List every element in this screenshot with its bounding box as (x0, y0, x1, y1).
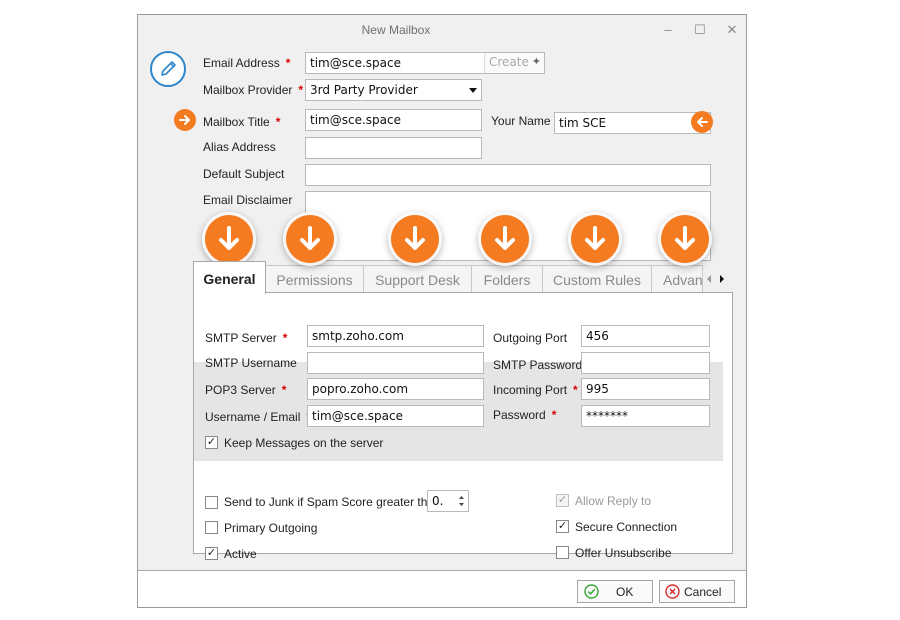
edit-pencil-icon (150, 51, 186, 87)
arrow-down-icon (661, 215, 709, 263)
minimize-button[interactable]: – (656, 21, 680, 39)
cancel-button[interactable]: Cancel (659, 580, 735, 603)
wand-icon: ✦ (531, 55, 541, 68)
email-address-label: Email Address * (203, 56, 291, 70)
active-label: Active (224, 547, 257, 561)
incoming-port-input[interactable]: 995 (581, 378, 710, 400)
send-to-junk-label: Send to Junk if Spam Score greater than (224, 495, 441, 509)
smtp-username-label: SMTP Username (205, 356, 297, 370)
smtp-password-label: SMTP Password (493, 358, 583, 372)
general-tab-panel: SMTP Server * smtp.zoho.com Outgoing Port… (193, 292, 733, 561)
mailbox-provider-label: Mailbox Provider * (203, 83, 304, 97)
send-to-junk-checkbox[interactable] (205, 496, 218, 509)
tab-permissions[interactable]: Permissions (265, 265, 364, 293)
smtp-server-input[interactable]: smtp.zoho.com (307, 325, 484, 347)
keep-messages-label: Keep Messages on the server (224, 436, 384, 450)
spam-score-stepper[interactable]: 0. (427, 490, 469, 512)
mailbox-title-input[interactable]: tim@sce.space (305, 109, 482, 131)
arrow-left-icon (691, 111, 713, 133)
alias-address-input[interactable] (305, 137, 482, 159)
arrow-down-icon (205, 215, 253, 263)
active-checkbox[interactable]: ✓ (205, 547, 218, 560)
primary-outgoing-label: Primary Outgoing (224, 521, 318, 535)
tab-custom-rules[interactable]: Custom Rules (542, 265, 652, 293)
pop3-server-input[interactable]: popro.zoho.com (307, 378, 484, 400)
default-subject-label: Default Subject (203, 167, 285, 181)
keep-messages-checkbox[interactable]: ✓ (205, 436, 218, 449)
stepper-arrows-icon (459, 496, 464, 506)
chevron-down-icon (469, 88, 477, 93)
tab-advanced[interactable]: Advan (651, 265, 703, 293)
your-name-input[interactable]: tim SCE (554, 112, 711, 134)
window-title: New Mailbox (361, 23, 431, 37)
title-bar: New Mailbox – ☐ ✕ (138, 15, 746, 47)
secure-connection-checkbox[interactable]: ✓ (556, 520, 569, 533)
secure-connection-label: Secure Connection (575, 520, 678, 534)
mailbox-provider-select[interactable]: 3rd Party Provider (305, 79, 482, 101)
arrow-down-icon (481, 215, 529, 263)
tab-scroll-right-icon[interactable] (717, 273, 727, 285)
tab-support-desk[interactable]: Support Desk (363, 265, 472, 293)
tab-folders[interactable]: Folders (471, 265, 543, 293)
allow-reply-to-checkbox[interactable]: ✓ (556, 494, 569, 507)
tab-bar: General Permissions Support Desk Folders… (193, 261, 733, 294)
cancel-circle-icon (665, 584, 680, 599)
smtp-username-input[interactable] (307, 352, 484, 374)
email-address-input[interactable]: tim@sce.space Create ✦ (305, 52, 545, 74)
offer-unsubscribe-checkbox[interactable] (556, 546, 569, 559)
username-email-input[interactable]: tim@sce.space (307, 405, 484, 427)
ok-button[interactable]: OK (577, 580, 653, 603)
offer-unsubscribe-label: Offer Unsubscribe (575, 546, 672, 560)
check-circle-icon (584, 584, 599, 599)
smtp-server-label: SMTP Server * (205, 331, 288, 345)
alias-address-label: Alias Address (203, 140, 276, 154)
primary-outgoing-checkbox[interactable] (205, 521, 218, 534)
pop3-server-label: POP3 Server * (205, 383, 287, 397)
your-name-label: Your Name (491, 114, 551, 128)
password-input[interactable]: ******* (581, 405, 710, 427)
mailbox-title-label: Mailbox Title * (203, 115, 281, 129)
arrow-down-icon (286, 215, 334, 263)
allow-reply-to-label: Allow Reply to (575, 494, 652, 508)
tab-scroll-left-icon[interactable] (704, 273, 714, 285)
username-email-label: Username / Email* (205, 410, 311, 424)
arrow-down-icon (571, 215, 619, 263)
close-button[interactable]: ✕ (720, 21, 744, 39)
outgoing-port-label: Outgoing Port (493, 331, 568, 345)
tab-general[interactable]: General (193, 261, 266, 294)
password-label: Password * (493, 408, 557, 422)
default-subject-input[interactable] (305, 164, 711, 186)
outgoing-port-input[interactable]: 456 (581, 325, 710, 347)
incoming-port-label: Incoming Port * (493, 383, 578, 397)
email-disclaimer-label: Email Disclaimer (203, 193, 293, 207)
new-mailbox-dialog: New Mailbox – ☐ ✕ Email Address * tim@sce… (137, 14, 747, 608)
create-button[interactable]: Create ✦ (484, 53, 544, 73)
arrow-right-icon (174, 109, 196, 131)
arrow-down-icon (391, 215, 439, 263)
smtp-password-input[interactable] (581, 352, 710, 374)
dialog-footer: OK Cancel (138, 570, 746, 607)
maximize-button[interactable]: ☐ (688, 21, 712, 39)
